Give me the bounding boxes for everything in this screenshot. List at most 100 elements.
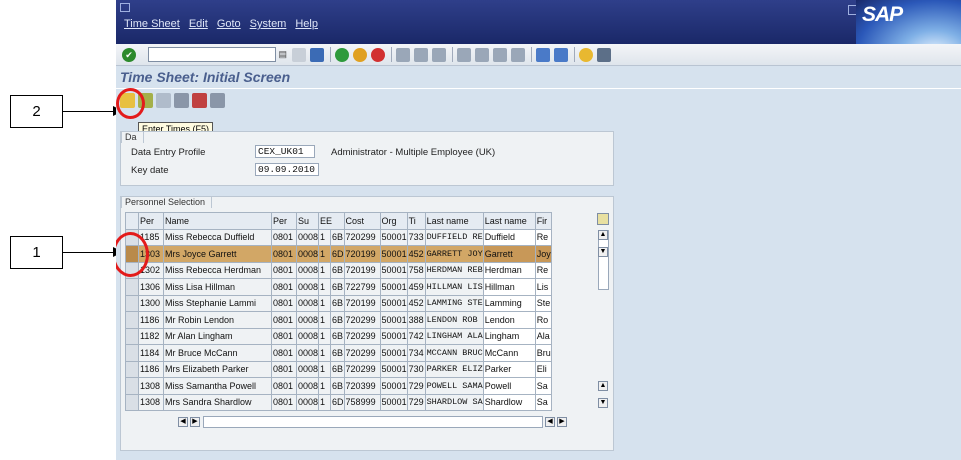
table-cell[interactable]: 730 [406,360,426,378]
table-cell[interactable]: 1186 [138,311,164,329]
table-cell[interactable]: Mr Robin Lendon [163,311,272,329]
table-cell[interactable]: Lis [534,278,552,296]
table-cell[interactable]: Mrs Elizabeth Parker [163,360,272,378]
table-cell[interactable]: 388 [406,311,426,329]
enter-check-icon[interactable]: ✔ [122,47,136,62]
table-cell[interactable]: Sa [534,393,552,411]
table-cell[interactable]: 758 [406,261,426,279]
table-cell[interactable]: Ste [534,294,552,312]
table-cell[interactable]: Shardlow [482,393,536,411]
last-page-icon[interactable] [511,47,525,62]
table-cell[interactable]: 0801 [271,261,297,279]
table-cell[interactable]: 1 [318,344,332,362]
table-row[interactable]: 1300 Miss Stephanie Lammi 0801 0008 1 6B 72019… [125,294,552,312]
scroll-left-icon[interactable]: ◀ [545,417,555,427]
table-row[interactable]: 1306 Miss Lisa Hillman 0801 0008 1 6B 722799 50… [125,278,552,296]
table-cell[interactable]: 0008 [295,377,320,395]
filter-icon[interactable] [192,93,207,108]
table-cell[interactable]: 459 [406,278,426,296]
table-cell[interactable]: 0801 [271,278,297,296]
table-cell[interactable]: 0801 [271,377,297,395]
table-horizontal-scrollbar[interactable] [203,416,543,428]
scroll-right-icon[interactable]: ▶ [190,417,200,427]
data-entry-profile-field[interactable]: CEX_UK01 [255,145,315,158]
table-cell[interactable]: Re [534,261,552,279]
menu-item-goto[interactable]: Goto [217,18,241,30]
release-icon[interactable] [156,93,171,108]
row-selector[interactable] [125,377,139,395]
table-cell[interactable]: 1 [318,311,332,329]
column-header[interactable]: Per [138,212,164,230]
table-cell[interactable]: Mr Alan Lingham [163,327,272,345]
table-cell[interactable]: 6B [330,294,345,312]
table-cell[interactable]: 0008 [295,327,320,345]
command-field[interactable]: ▤ [148,47,287,62]
table-cell[interactable]: SHARDLOW SA [424,393,484,411]
scroll-down-icon[interactable]: ▼ [598,398,608,408]
table-cell[interactable]: POWELL SAMA [424,377,484,395]
table-cell[interactable]: 0801 [271,294,297,312]
table-row[interactable]: 1308 Mrs Sandra Shardlow 0801 0008 1 6D 758999… [125,393,552,411]
table-cell[interactable]: Parker [482,360,536,378]
column-header[interactable]: Org [379,212,408,230]
table-cell[interactable]: Eli [534,360,552,378]
table-row[interactable]: 1186 Mrs Elizabeth Parker 0801 0008 1 6B 72029… [125,360,552,378]
table-cell[interactable]: Duffield [482,228,536,246]
column-header[interactable]: Last name [482,212,536,230]
table-cell[interactable]: 50001 [379,228,408,246]
scroll-right-icon[interactable]: ▶ [557,417,567,427]
table-cell[interactable]: 742 [406,327,426,345]
table-cell[interactable]: 452 [406,245,426,263]
table-cell[interactable]: 50001 [379,245,408,263]
table-cell[interactable]: Mrs Sandra Shardlow [163,393,272,411]
table-cell[interactable]: 50001 [379,278,408,296]
table-cell[interactable]: Powell [482,377,536,395]
table-cell[interactable]: Lendon [482,311,536,329]
table-cell[interactable]: 1184 [138,344,164,362]
find-next-icon[interactable] [432,47,446,62]
table-cell[interactable]: 6D [330,245,345,263]
table-cell[interactable]: McCann [482,344,536,362]
create-session-icon[interactable] [536,47,550,62]
back-arrow-icon[interactable] [292,47,306,62]
table-cell[interactable]: 734 [406,344,426,362]
table-cell[interactable]: 0008 [295,278,320,296]
table-cell[interactable]: GARRETT JOY [424,245,484,263]
table-cell[interactable]: 50001 [379,294,408,312]
column-header[interactable]: EE [318,212,345,230]
table-cell[interactable]: 50001 [379,311,408,329]
table-cell[interactable]: 720199 [343,261,381,279]
column-header[interactable]: Name [163,212,272,230]
table-cell[interactable]: 6B [330,278,345,296]
table-row[interactable]: 1308 Miss Samantha Powell 0801 0008 1 6B 72039… [125,377,552,395]
table-cell[interactable]: 1 [318,228,332,246]
row-selector[interactable] [125,327,139,345]
row-selector[interactable] [125,344,139,362]
row-selector[interactable] [125,294,139,312]
save-icon[interactable] [310,47,324,62]
table-cell[interactable]: 0008 [295,344,320,362]
table-cell[interactable]: 1308 [138,377,164,395]
table-cell[interactable]: HILLMAN LIS [424,278,484,296]
table-row[interactable]: 1185 Miss Rebecca Duffield 0801 0008 1 6B 7202… [125,228,552,246]
table-cell[interactable]: 720299 [343,311,381,329]
table-cell[interactable]: 729 [406,377,426,395]
table-cell[interactable]: Bru [534,344,552,362]
table-cell[interactable]: MCCANN BRUC [424,344,484,362]
row-selector[interactable] [125,393,139,411]
table-cell[interactable]: 6B [330,261,345,279]
table-cell[interactable]: 1 [318,294,332,312]
table-cell[interactable]: 733 [406,228,426,246]
shortcut-icon[interactable] [554,47,568,62]
table-cell[interactable]: 6B [330,344,345,362]
scroll-left-icon[interactable]: ◀ [178,417,188,427]
table-cell[interactable]: 720399 [343,377,381,395]
table-cell[interactable]: 0008 [295,261,320,279]
table-cell[interactable]: Mr Bruce McCann [163,344,272,362]
key-date-field[interactable]: 09.09.2010 [255,163,319,176]
help-icon[interactable] [579,47,593,62]
exit-icon[interactable] [353,47,367,62]
table-cell[interactable]: 1308 [138,393,164,411]
table-row[interactable]: 1186 Mr Robin Lendon 0801 0008 1 6B 720299 5000… [125,311,552,329]
table-cell[interactable]: 0008 [295,294,320,312]
